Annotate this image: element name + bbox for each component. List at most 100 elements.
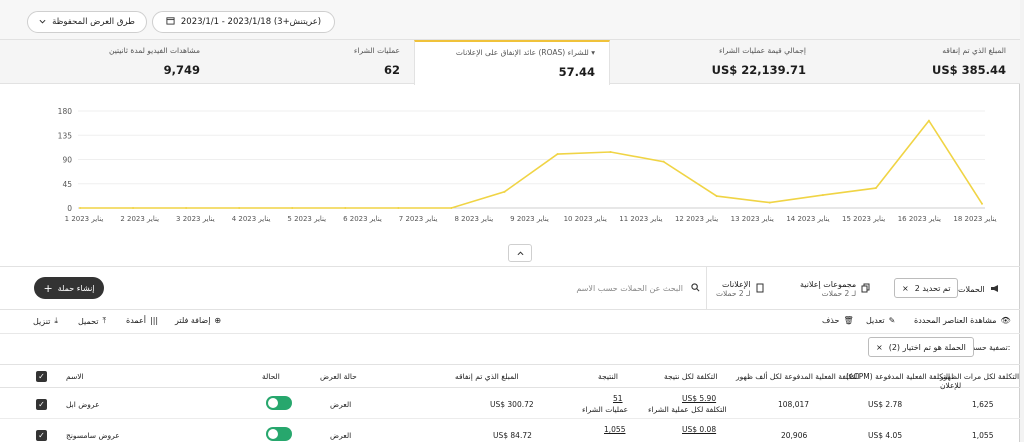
row-cpm: US$ 4.05 [868, 431, 903, 440]
create-campaign-label: إنشاء حملة [57, 283, 95, 293]
line-chart-svg: 180 135 90 45 0 1 يناير 2023 2 يناير 2023 3 ينا… [58, 107, 997, 223]
upload-button[interactable]: تحميل ⤒ [78, 316, 106, 326]
row-name[interactable]: عروض سامسونج [66, 431, 120, 440]
row-name[interactable]: عروض ابل [66, 400, 100, 409]
data-point [450, 207, 453, 209]
select-all-checkbox[interactable]: ✓ [36, 371, 47, 382]
search-input[interactable]: البحث عن الحملات حسب الاسم [540, 278, 700, 298]
kpi-video-views[interactable]: مشاهدات الفيديو لمدة ثانيتين 9,749 [4, 40, 214, 83]
adsets-icon [861, 283, 870, 295]
data-point [503, 190, 506, 193]
row-delivery: العرض [330, 431, 352, 440]
columns-button[interactable]: أعمدة ||| [126, 316, 158, 325]
row-cost[interactable]: US$ 5.90 [682, 394, 716, 403]
table-row[interactable]: ✓ عروض ابل العرض US$ 300.72 51 عمليات ال… [0, 389, 1020, 419]
status-toggle[interactable] [266, 427, 292, 441]
filter-chip-label: الحملة هو تم اختيار (2) [888, 342, 966, 352]
download-label: تنزيل [33, 316, 51, 326]
megaphone-icon [990, 284, 1000, 295]
y-tick-label: 90 [62, 156, 72, 165]
kpi-purchases[interactable]: عمليات الشراء 62 [214, 40, 414, 83]
create-campaign-button[interactable]: + إنشاء حملة [34, 277, 104, 299]
add-filter-button[interactable]: إضافة فلتر ⊕ [175, 316, 221, 325]
kpi-amount-spent[interactable]: المبلغ الذي تم إنفاقه US$ 385.44 [820, 40, 1020, 83]
download-icon: ⤓ [54, 316, 58, 325]
tab-ads[interactable]: الإعلانات لـ 2 حملات [716, 270, 764, 308]
eye-icon: 👁 [1000, 316, 1011, 325]
saved-views-label: طرق العرض المحفوظة [52, 17, 135, 27]
date-range-picker[interactable]: 2023/1/1 - 2023/1/18 (عريتنش+3) [152, 11, 335, 33]
kpi-value: 62 [383, 63, 400, 77]
x-tick-label: 11 يناير 2023 [619, 215, 662, 223]
tab-campaigns-label: الحملات [958, 284, 985, 294]
data-point [79, 207, 81, 209]
kpi-purchase-value[interactable]: إجمالي قيمة عمليات الشراء US$ 22,139.71 [610, 40, 820, 83]
tab-adsets-label: مجموعات إعلانية [800, 280, 857, 289]
data-point [291, 207, 294, 209]
upload-icon: ⤒ [102, 316, 107, 325]
tab-adsets[interactable]: مجموعات إعلانية لـ 2 حملات [800, 270, 870, 308]
kpi-roas[interactable]: عائد الإنفاق على الإعلانات (ROAS) للشراء… [414, 40, 610, 85]
x-tick-label: 13 يناير 2023 [731, 215, 774, 223]
row-spent: US$ 300.72 [490, 400, 534, 409]
x-tick-label: 6 يناير 2023 [343, 215, 382, 223]
close-icon[interactable]: × [876, 343, 883, 352]
top-bar: 2023/1/1 - 2023/1/18 (عريتنش+3) طرق العر… [0, 0, 1020, 40]
kpi-value: US$ 385.44 [931, 63, 1006, 77]
x-tick-label: 10 يناير 2023 [564, 215, 607, 223]
row-reach: 1,055 [972, 431, 994, 440]
edit-label: تعديل [866, 316, 885, 325]
date-range-text: 2023/1/1 - 2023/1/18 (عريتنش+3) [180, 17, 322, 27]
row-reach: 1,625 [972, 400, 994, 409]
status-toggle[interactable] [266, 396, 292, 410]
delete-button[interactable]: حذف 🗑 [822, 316, 854, 325]
filter-chip[interactable]: × الحملة هو تم اختيار (2) [868, 337, 974, 357]
edit-button[interactable]: تعديل ✎ [866, 316, 895, 325]
saved-views-dropdown[interactable]: طرق العرض المحفوظة [27, 11, 147, 33]
tab-campaigns[interactable]: الحملات [958, 270, 1000, 308]
kpi-value: 9,749 [163, 63, 200, 77]
col-actual-cost[interactable]: التكلفة الفعلية المدفوعة لكل ألف ظهور [736, 372, 859, 381]
close-icon[interactable]: × [902, 284, 909, 293]
row-checkbox[interactable]: ✓ [36, 399, 47, 410]
view-selected-button[interactable]: مشاهدة العناصر المحددة 👁 [914, 316, 1011, 325]
row-result[interactable]: 1,055 [604, 425, 625, 434]
col-cost-per-result[interactable]: التكلفة لكل نتيجة [664, 372, 717, 381]
pencil-icon: ✎ [888, 316, 896, 325]
roas-series-line [80, 119, 983, 209]
row-checkbox[interactable]: ✓ [36, 430, 47, 441]
delete-label: حذف [822, 316, 840, 325]
row-cpm: US$ 2.78 [868, 400, 903, 409]
row-cost[interactable]: US$ 0.08 [682, 425, 716, 434]
kpi-label: المبلغ الذي تم إنفاقه [942, 46, 1006, 55]
selected-campaigns-chip[interactable]: × تم تحديد 2 [894, 278, 959, 298]
tab-ads-label: الإعلانات [722, 280, 751, 289]
col-result[interactable]: النتيجة [598, 372, 618, 381]
col-ecpm[interactable]: (eCPM) التكلفة الفعلية المدفوعة [846, 372, 950, 381]
kpi-label: عمليات الشراء [353, 46, 400, 55]
col-amount-spent[interactable]: المبلغ الذي تم إنفاقه [455, 372, 519, 381]
collapse-chart-button[interactable] [508, 244, 532, 262]
x-tick-label: 3 يناير 2023 [176, 215, 215, 223]
col-status[interactable]: الحالة [262, 372, 280, 381]
x-tick-label: 1 يناير 2023 [65, 215, 104, 223]
data-point [874, 187, 877, 190]
table-row[interactable]: ✓ عروض سامسونج العرض US$ 84.72 1,055 US$… [0, 420, 1020, 442]
data-point [662, 160, 665, 163]
chevron-down-icon [39, 17, 46, 27]
actions-toolbar: تنزيل ⤓ تحميل ⤒ أعمدة ||| إضافة فلتر ⊕ ح… [0, 310, 1020, 334]
tab-adsets-sub: لـ 2 حملات [821, 289, 857, 298]
trash-icon: 🗑 [843, 316, 854, 325]
x-tick-label: 15 يناير 2023 [842, 215, 885, 223]
col-cost-per-impression[interactable]: التكلفة لكل مرات الظهور للإعلان [940, 372, 1020, 390]
row-result-sub: عمليات الشراء [582, 405, 629, 414]
download-button[interactable]: تنزيل ⤓ [33, 316, 58, 326]
row-spent: US$ 84.72 [493, 431, 532, 440]
plus-icon: + [43, 281, 53, 295]
caret-down-icon: ▾ [591, 48, 595, 57]
col-name[interactable]: الاسم [66, 372, 84, 381]
data-point [715, 195, 718, 198]
chevron-up-icon [517, 249, 524, 258]
row-result[interactable]: 51 [613, 394, 623, 403]
col-delivery[interactable]: حالة العرض [320, 372, 357, 381]
